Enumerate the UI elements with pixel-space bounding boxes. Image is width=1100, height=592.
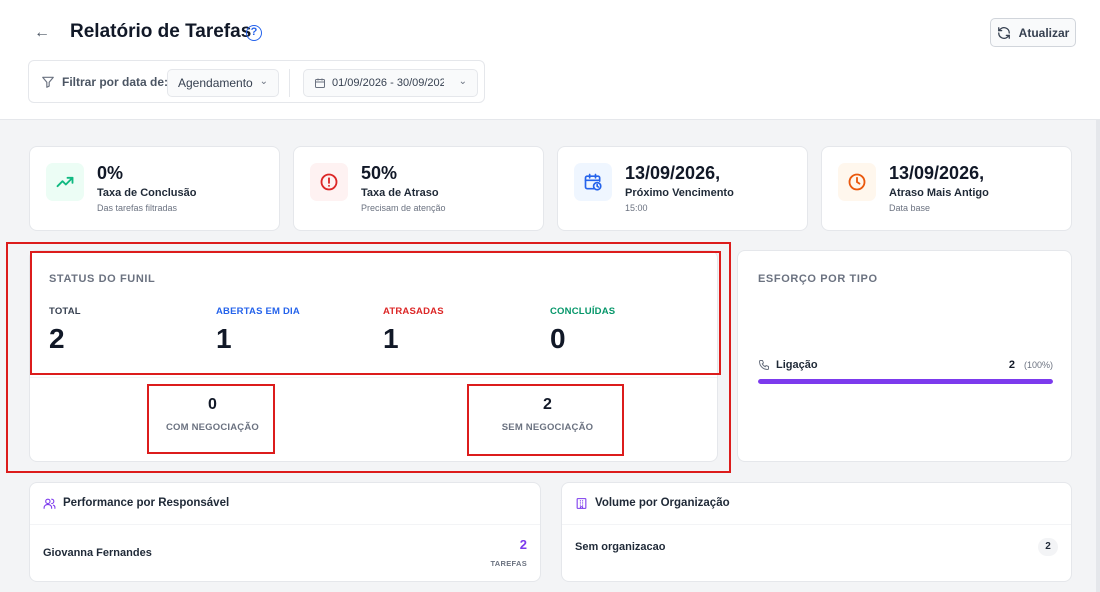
stat-card-oldest-overdue: 13/09/2026, Atraso Mais Antigo Data base — [821, 146, 1072, 231]
alert-circle-icon — [320, 173, 338, 191]
card-header: Volume por Organização — [562, 483, 1071, 525]
refresh-button[interactable]: Atualizar — [990, 18, 1076, 47]
organization-count-badge: 2 — [1038, 538, 1058, 556]
with-deal-value: 0 — [208, 396, 217, 413]
owner-task-count: 2 — [519, 537, 527, 552]
stat-subtext: Precisam de atenção — [361, 203, 446, 213]
calendar-icon — [315, 78, 325, 88]
date-type-select[interactable]: Agendamento ⌄ — [167, 69, 279, 97]
stat-icon-wrap — [574, 163, 612, 201]
card-title: Performance por Responsável — [63, 497, 230, 509]
filter-icon — [42, 76, 54, 88]
filter-label: Filtrar por data de: — [62, 75, 169, 89]
without-deal-count: 2 SEM NEGOCIAÇÃO — [470, 396, 625, 433]
filter-divider — [289, 69, 290, 97]
page-title: Relatório de Tarefas — [70, 21, 252, 42]
effort-count: 2 — [1008, 359, 1015, 371]
volume-by-organization-card: Volume por Organização Sem organizacao 2 — [561, 482, 1072, 582]
owner-name: Giovanna Fernandes — [43, 547, 152, 559]
building-icon — [576, 498, 587, 509]
back-arrow-icon[interactable]: ← — [30, 22, 54, 44]
page-header: ← Relatório de Tarefas ? Atualizar Filtr… — [0, 0, 1100, 120]
funnel-status-card: STATUS DO FUNIL TOTAL 2 ABERTAS EM DIA 1… — [29, 250, 718, 462]
funnel-metric-total: TOTAL 2 — [49, 306, 81, 355]
trending-up-icon — [56, 176, 74, 188]
stat-subtext: Data base — [889, 203, 931, 213]
chevron-down-icon: ⌄ — [259, 76, 268, 87]
without-deal-value: 2 — [543, 396, 552, 413]
clock-icon — [848, 173, 866, 191]
stat-subtext: 15:00 — [625, 203, 648, 213]
effort-by-type-card: ESFORÇO POR TIPO Ligação 2 (100%) — [737, 250, 1072, 462]
calendar-clock-icon — [584, 173, 602, 191]
users-icon — [43, 498, 56, 509]
stat-value: 13/09/2026, — [625, 163, 721, 183]
stat-label: Próximo Vencimento — [625, 187, 734, 199]
date-range-value: 01/09/2026 - 30/09/2026 — [332, 77, 444, 89]
refresh-button-label: Atualizar — [1018, 25, 1070, 40]
effort-row: Ligação 2 (100%) — [758, 358, 1053, 374]
help-icon[interactable]: ? — [246, 25, 262, 41]
funnel-metric-label: TOTAL — [49, 306, 81, 317]
owner-task-unit: TAREFAS — [490, 559, 527, 568]
funnel-metric-overdue: ATRASADAS 1 — [383, 306, 444, 355]
effort-label: Ligação — [776, 359, 818, 371]
funnel-metric-value: 0 — [550, 323, 566, 354]
phone-icon — [759, 360, 769, 370]
refresh-icon — [997, 26, 1010, 39]
stat-value: 13/09/2026, — [889, 163, 985, 183]
with-deal-count: 0 COM NEGOCIAÇÃO — [150, 396, 275, 433]
stat-card-completion-rate: 0% Taxa de Conclusão Das tarefas filtrad… — [29, 146, 280, 231]
funnel-metric-label: CONCLUÍDAS — [550, 306, 616, 317]
stat-label: Atraso Mais Antigo — [889, 187, 989, 199]
date-type-value: Agendamento — [178, 76, 253, 90]
funnel-metric-open-on-time: ABERTAS EM DIA 1 — [216, 306, 300, 355]
chevron-down-icon: ⌄ — [458, 76, 467, 87]
date-range-select[interactable]: 01/09/2026 - 30/09/2026 ⌄ — [303, 69, 478, 97]
date-filter-bar: Filtrar por data de: Agendamento ⌄ 01/09… — [28, 60, 485, 103]
stat-icon-wrap — [310, 163, 348, 201]
stat-card-next-due: 13/09/2026, Próximo Vencimento 15:00 — [557, 146, 808, 231]
funnel-metric-label: ABERTAS EM DIA — [216, 306, 300, 317]
stat-subtext: Das tarefas filtradas — [97, 203, 178, 213]
page-scrollbar[interactable] — [1096, 120, 1100, 592]
effort-progress-track — [758, 379, 1053, 384]
stat-icon-wrap — [46, 163, 84, 201]
stat-label: Taxa de Atraso — [361, 187, 439, 199]
funnel-metric-value: 1 — [383, 323, 399, 354]
stat-value: 50% — [361, 163, 398, 183]
card-title: Volume por Organização — [595, 497, 730, 509]
funnel-title: STATUS DO FUNIL — [49, 273, 156, 285]
performance-by-owner-card: Performance por Responsável Giovanna Fer… — [29, 482, 541, 582]
funnel-divider — [30, 377, 717, 378]
without-deal-label: SEM NEGOCIAÇÃO — [501, 422, 594, 433]
organization-name: Sem organizacao — [575, 541, 666, 553]
funnel-metric-completed: CONCLUÍDAS 0 — [550, 306, 615, 355]
stat-value: 0% — [97, 163, 124, 183]
card-header: Performance por Responsável — [30, 483, 540, 525]
stat-icon-wrap — [838, 163, 876, 201]
effort-percent: (100%) — [1023, 360, 1053, 370]
stat-label: Taxa de Conclusão — [97, 187, 197, 199]
with-deal-label: COM NEGOCIAÇÃO — [165, 422, 260, 433]
funnel-metric-label: ATRASADAS — [383, 306, 444, 317]
funnel-metric-value: 2 — [49, 323, 65, 354]
stat-card-overdue-rate: 50% Taxa de Atraso Precisam de atenção — [293, 146, 544, 231]
funnel-metric-value: 1 — [216, 323, 232, 354]
effort-title: ESFORÇO POR TIPO — [758, 273, 878, 285]
effort-progress-fill — [758, 379, 1053, 384]
